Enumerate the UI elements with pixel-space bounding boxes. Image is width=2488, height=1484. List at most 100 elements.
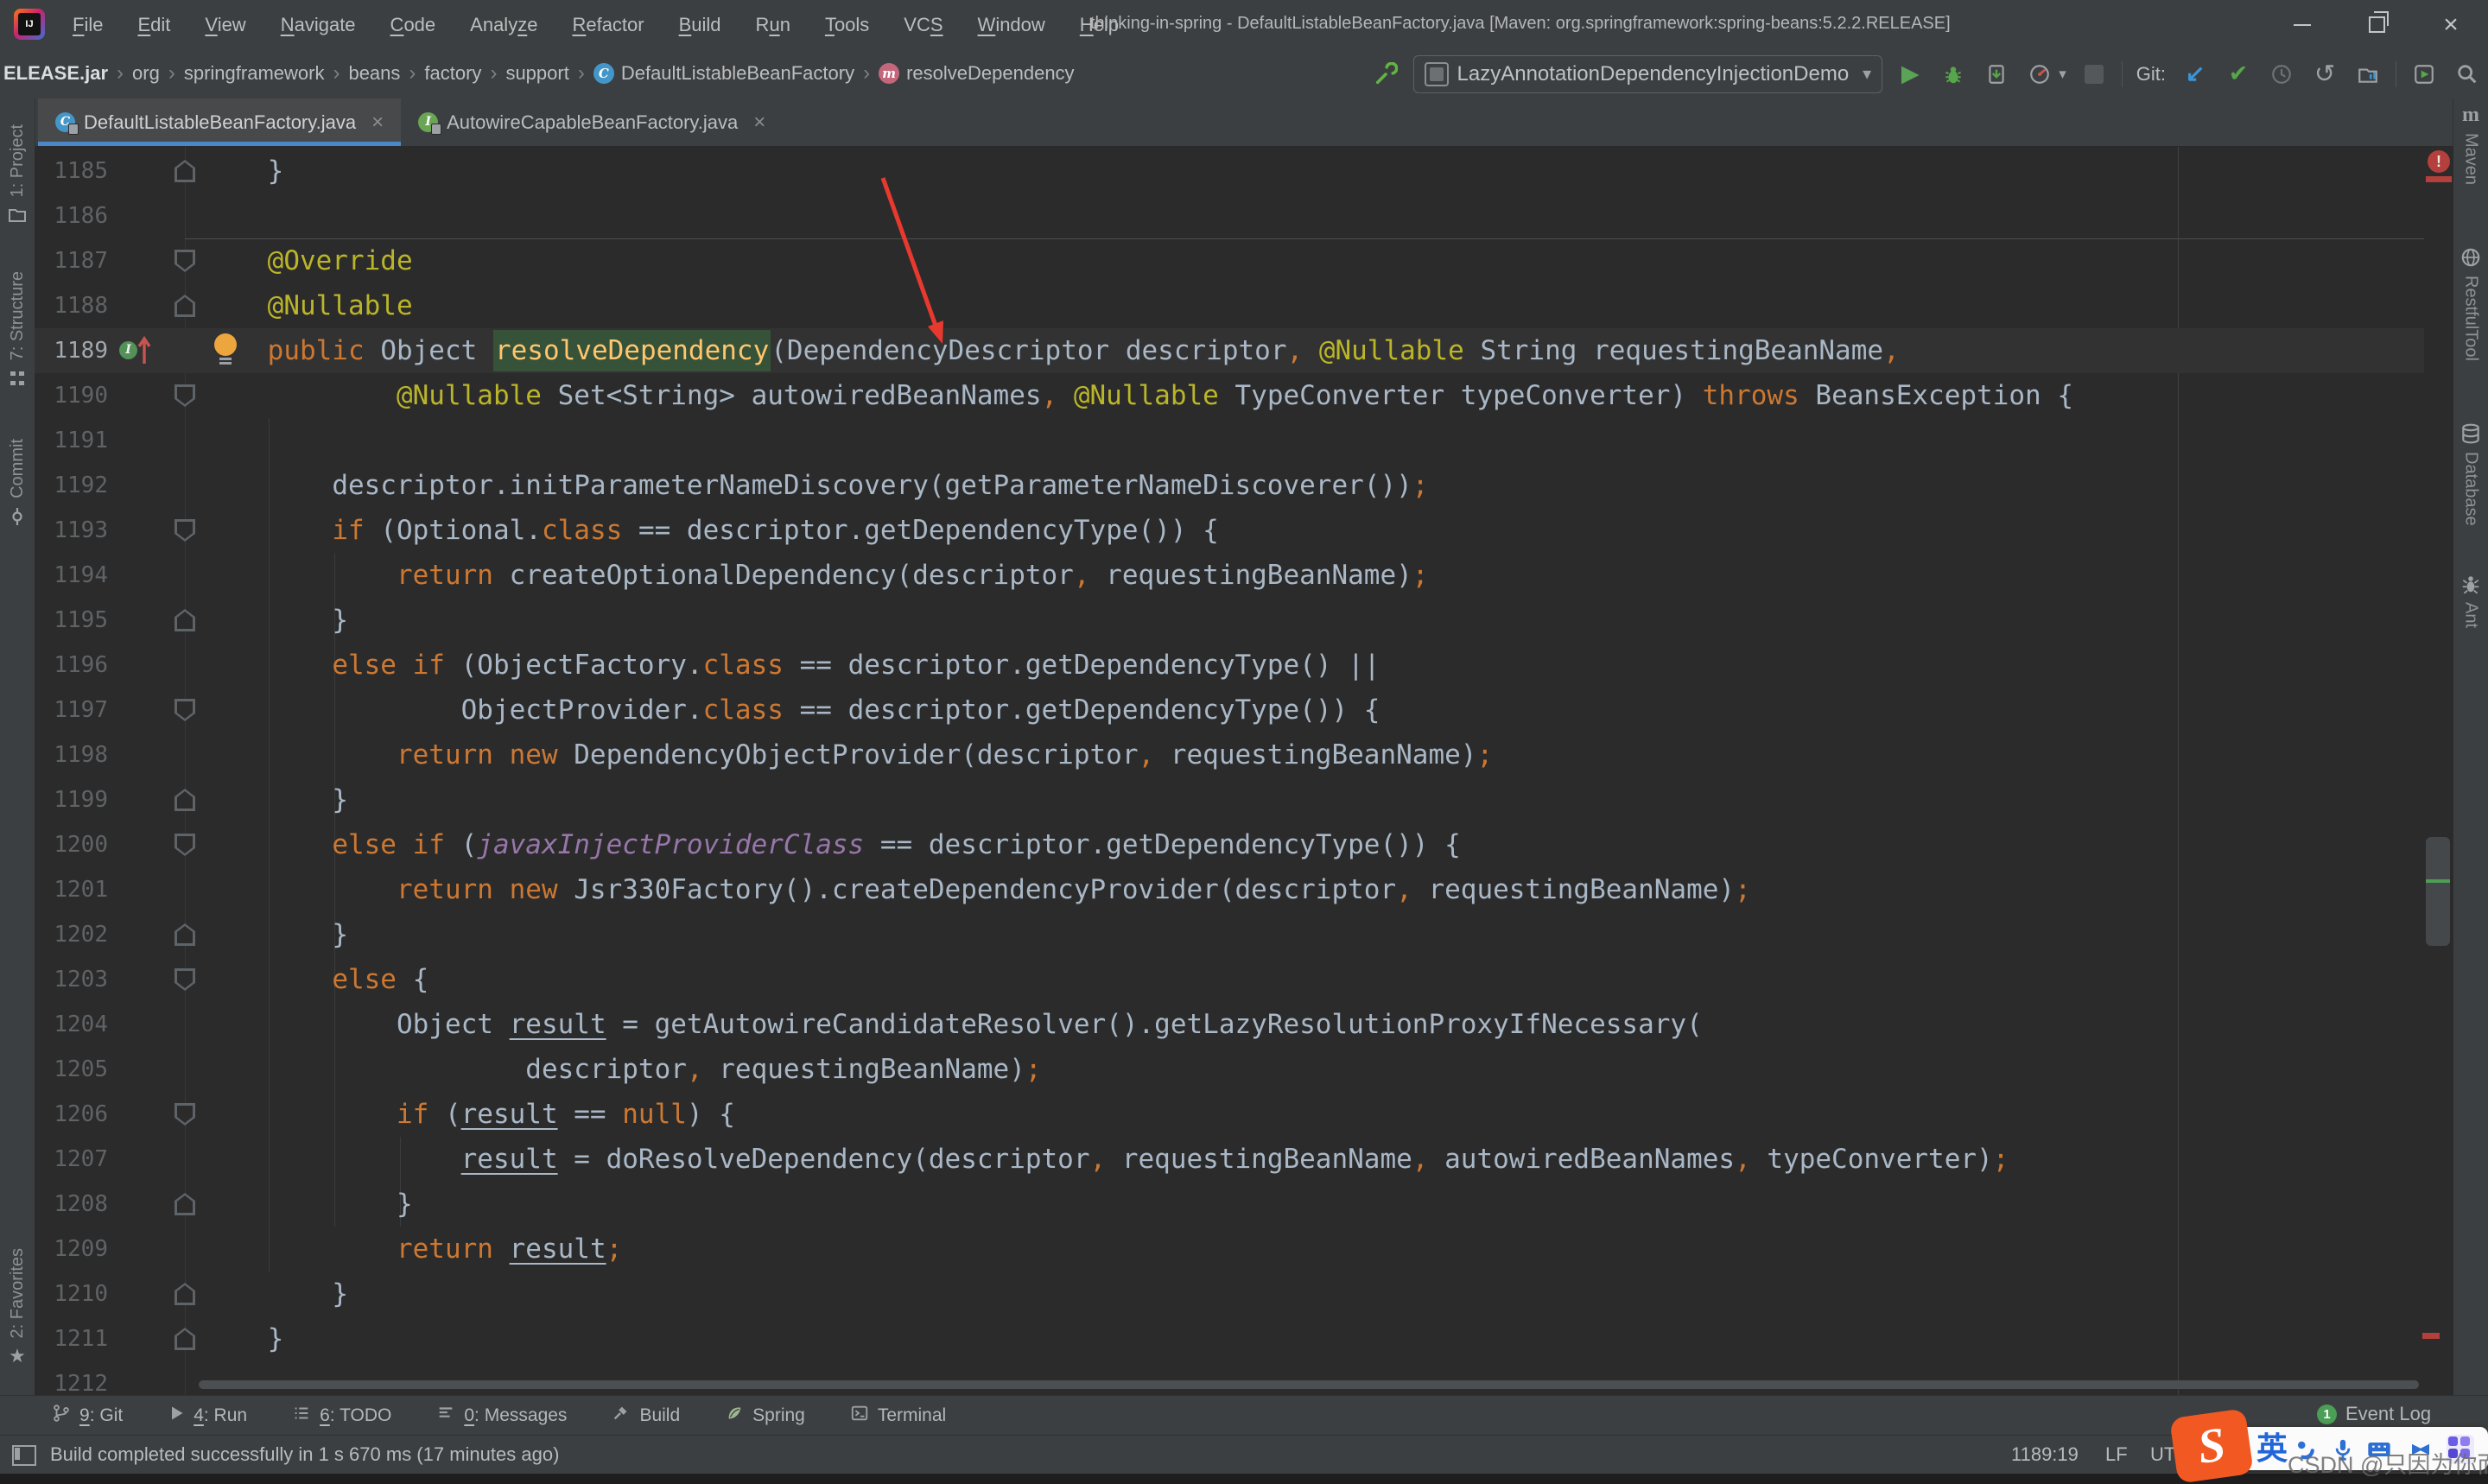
code-text[interactable]: @Nullable — [203, 283, 413, 328]
code-text[interactable]: return result; — [203, 1227, 622, 1272]
fold-marker-icon[interactable] — [175, 384, 195, 407]
code-text[interactable]: ObjectProvider.class == descriptor.getDe… — [203, 688, 1380, 732]
fold-marker-icon[interactable] — [175, 923, 195, 946]
code-text[interactable]: } — [203, 149, 284, 193]
minimize-button[interactable] — [2265, 0, 2339, 49]
tool-button-restfultool[interactable]: RestfulTool — [2453, 246, 2488, 361]
code-text[interactable]: return createOptionalDependency(descript… — [203, 553, 1428, 598]
tool-button-maven[interactable]: m Maven — [2453, 104, 2488, 186]
tab-defaultlistablebeanfactory-java[interactable]: C DefaultListableBeanFactory.java × — [38, 98, 402, 146]
fold-marker-icon[interactable] — [175, 834, 195, 856]
breadcrumb-item-resolvedependency[interactable]: m resolveDependency — [879, 62, 1075, 85]
tool-button-run[interactable]: 4: Run — [168, 1405, 247, 1427]
wrench-icon[interactable] — [1370, 59, 1401, 90]
menu-item-refactor[interactable]: Refactor — [555, 0, 661, 49]
run-config-select[interactable]: LazyAnnotationDependencyInjectionDemo ▾ — [1412, 54, 1883, 93]
line-separator[interactable]: LF — [2105, 1443, 2128, 1466]
code-text[interactable]: descriptor.initParameterNameDiscovery(ge… — [203, 463, 1428, 508]
fold-marker-icon[interactable] — [175, 609, 195, 631]
menu-item-edit[interactable]: Edit — [120, 0, 187, 49]
event-log-button[interactable]: 1 Event Log — [2317, 1403, 2431, 1425]
code-text[interactable]: if (result == null) { — [203, 1092, 735, 1137]
code-text[interactable]: @Override — [203, 238, 413, 283]
menu-item-tools[interactable]: Tools — [808, 0, 886, 49]
rollback-button[interactable]: ↺ — [2309, 59, 2340, 90]
overrides-arrow-icon[interactable] — [137, 335, 151, 371]
menu-item-build[interactable]: Build — [662, 0, 739, 49]
emoji-icon[interactable] — [2291, 1436, 2319, 1463]
code-text[interactable]: } — [203, 1316, 284, 1361]
restore-button[interactable] — [2339, 0, 2414, 49]
fold-marker-icon[interactable] — [175, 968, 195, 991]
profiler-chevron-icon[interactable]: ▾ — [2059, 66, 2066, 83]
code-text[interactable]: } — [203, 598, 348, 643]
skin-icon[interactable] — [2407, 1436, 2434, 1463]
commit-button[interactable]: ✔ — [2223, 59, 2254, 90]
code-text[interactable]: } — [203, 912, 348, 957]
fold-marker-icon[interactable] — [175, 699, 195, 721]
code-text[interactable]: else { — [203, 957, 428, 1002]
fold-marker-icon[interactable] — [175, 519, 195, 542]
code-text[interactable]: } — [203, 777, 348, 822]
ime-mode-toggle[interactable]: 英 — [2256, 1430, 2288, 1467]
tool-window-togg​le-icon[interactable] — [12, 1445, 36, 1466]
code-text[interactable]: result = doResolveDependency(descriptor,… — [203, 1137, 2009, 1182]
code-text[interactable]: if (Optional.class == descriptor.getDepe… — [203, 508, 1219, 553]
fold-marker-icon[interactable] — [175, 295, 195, 317]
tool-button-build[interactable]: Build — [612, 1404, 680, 1428]
breadcrumb-item-defaultlistablebeanfactory[interactable]: C DefaultListableBeanFactory — [593, 62, 854, 85]
breadcrumb-item-beans[interactable]: beans — [348, 62, 400, 85]
tool-button-1-project[interactable]: 1: Project — [0, 124, 35, 226]
tool-button-database[interactable]: Database — [2453, 422, 2488, 526]
caret-position[interactable]: 1189:19 — [2011, 1443, 2079, 1466]
code-text[interactable]: public Object resolveDependency(Dependen… — [203, 328, 1900, 373]
breadcrumb-item-factory[interactable]: factory — [424, 62, 481, 85]
code-text[interactable]: descriptor, requestingBeanName); — [203, 1047, 1041, 1092]
fold-marker-icon[interactable] — [175, 1283, 195, 1305]
fold-marker-icon[interactable] — [175, 1103, 195, 1126]
close-button[interactable]: × — [2414, 0, 2488, 49]
sogou-logo-icon[interactable]: S — [2169, 1408, 2254, 1484]
breadcrumb-item-elease-jar[interactable]: ELEASE.jar — [3, 62, 108, 85]
horizontal-scrollbar[interactable] — [199, 1380, 2419, 1389]
mic-icon[interactable] — [2329, 1436, 2357, 1463]
fold-marker-icon[interactable] — [175, 250, 195, 272]
run-anything-button[interactable] — [2409, 59, 2440, 90]
error-stripe-mark[interactable] — [2426, 176, 2452, 182]
tool-button-messages[interactable]: 0: Messages — [436, 1404, 567, 1428]
run-button[interactable]: ▶ — [1895, 59, 1926, 90]
code-text[interactable]: @Nullable Set<String> autowiredBeanNames… — [203, 373, 2073, 418]
code-text[interactable]: Object result = getAutowireCandidateReso… — [203, 1002, 1703, 1047]
code-text[interactable]: else if (javaxInjectProviderClass == des… — [203, 822, 1460, 867]
debug-button[interactable] — [1938, 59, 1969, 90]
close-tab-icon[interactable]: × — [753, 111, 765, 135]
profiler-button[interactable] — [2024, 59, 2055, 90]
tab-autowirecapablebeanfactory-java[interactable]: I AutowireCapableBeanFactory.java × — [401, 98, 783, 146]
menu-item-view[interactable]: View — [187, 0, 263, 49]
implements-marker-icon[interactable]: I — [119, 341, 137, 359]
toolbox-icon[interactable] — [2447, 1435, 2474, 1464]
tool-button-terminal[interactable]: Terminal — [850, 1404, 946, 1428]
breadcrumb-item-org[interactable]: org — [132, 62, 160, 85]
tool-button-git[interactable]: 9: Git — [52, 1404, 123, 1428]
menu-item-analyze[interactable]: Analyze — [453, 0, 555, 49]
code-text[interactable]: } — [203, 1182, 413, 1227]
menu-item-window[interactable]: Window — [961, 0, 1063, 49]
fold-marker-icon[interactable] — [175, 789, 195, 811]
code-text[interactable]: return new Jsr330Factory().createDepende… — [203, 867, 1751, 912]
menu-item-navigate[interactable]: Navigate — [263, 0, 373, 49]
stop-button[interactable] — [2079, 59, 2110, 90]
file-errors-indicator[interactable]: ! — [2428, 150, 2450, 173]
update-project-button[interactable]: ↙ — [2180, 59, 2211, 90]
breadcrumb-item-springframework[interactable]: springframework — [184, 62, 325, 85]
tool-button-commit[interactable]: Commit — [0, 439, 35, 528]
breadcrumb-item-support[interactable]: support — [505, 62, 568, 85]
close-tab-icon[interactable]: × — [371, 111, 384, 135]
tool-button-spring[interactable]: Spring — [725, 1404, 805, 1428]
tool-button-ant[interactable]: Ant — [2453, 573, 2488, 628]
search-everywhere-icon[interactable] — [2452, 59, 2483, 90]
keyboard-icon[interactable] — [2365, 1436, 2393, 1463]
code-text[interactable]: else if (ObjectFactory.class == descript… — [203, 643, 1380, 688]
tool-button-7-structure[interactable]: 7: Structure — [0, 271, 35, 390]
vertical-scrollbar[interactable] — [2426, 837, 2450, 946]
